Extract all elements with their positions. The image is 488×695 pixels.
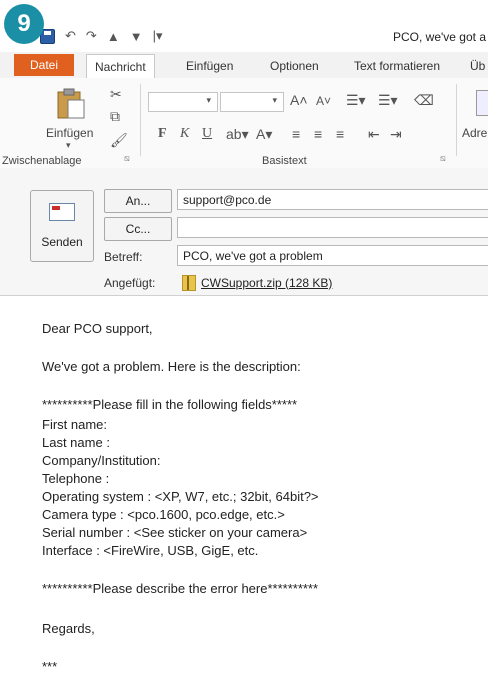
to-button[interactable]: An... [104, 189, 172, 213]
tab-insert[interactable]: Einfügen [186, 56, 233, 76]
font-name-dropdown-icon: ▾ [206, 95, 211, 105]
attached-label: Angefügt: [104, 276, 156, 290]
separator [140, 84, 141, 156]
underline-button[interactable]: U [202, 126, 212, 142]
italic-button[interactable]: K [180, 126, 189, 142]
body-error-header: **********Please describe the error here… [42, 581, 319, 596]
address-book-icon[interactable] [476, 90, 488, 116]
body-greeting: Dear PCO support, [42, 321, 153, 336]
body-regards: Regards, [42, 621, 95, 636]
step-badge: 9 [4, 4, 44, 44]
body-intro: We've got a problem. Here is the descrip… [42, 359, 301, 374]
title-bar: 9 ↶ ↷ ▲ ▼ |▾ PCO, we've got a [0, 0, 488, 48]
body-fill-header: **********Please fill in the following f… [42, 397, 298, 412]
basic-text-launcher-icon[interactable]: ⧅ [440, 153, 446, 164]
font-size-select[interactable]: ▾ [220, 92, 284, 112]
tab-file[interactable]: Datei [14, 54, 74, 76]
tab-options[interactable]: Optionen [270, 56, 319, 76]
numbering-icon[interactable]: ☰▾ [378, 92, 398, 109]
grow-font-icon[interactable]: A˄ [290, 92, 308, 108]
bold-button[interactable]: F [158, 126, 167, 142]
cc-button[interactable]: Cc... [104, 217, 172, 241]
highlight-icon[interactable]: ab▾ [226, 126, 249, 143]
send-envelope-icon [49, 203, 75, 221]
zip-file-icon [182, 274, 196, 291]
font-color-icon[interactable]: A▾ [256, 126, 272, 143]
increase-indent-icon[interactable]: ⇥ [390, 126, 402, 143]
separator [456, 84, 457, 156]
send-label: Senden [41, 235, 83, 249]
window-title: PCO, we've got a [393, 30, 486, 44]
cut-icon[interactable]: ✂ [110, 86, 122, 103]
body-field-line: Operating system : <XP, W7, etc.; 32bit,… [42, 489, 319, 504]
message-header: Senden An... Cc... Betreff: Angefügt: su… [0, 168, 488, 296]
format-painter-icon[interactable]: 🖌 [110, 132, 128, 149]
ribbon: Einfügen ▾ ✂ ⧉ 🖌 Zwischenablage ⧅ ▾ ▾ A˄… [0, 78, 488, 169]
customize-qat-icon[interactable]: |▾ [153, 28, 163, 44]
clear-formatting-icon[interactable]: ⌫ [414, 92, 434, 109]
paste-icon[interactable] [56, 88, 86, 120]
body-signature: *** [42, 659, 58, 674]
down-arrow-icon[interactable]: ▼ [130, 29, 143, 44]
decrease-indent-icon[interactable]: ⇤ [368, 126, 380, 143]
send-button[interactable]: Senden [30, 190, 94, 262]
shrink-font-icon[interactable]: A˅ [316, 94, 331, 108]
font-name-select[interactable]: ▾ [148, 92, 218, 112]
attachment-link[interactable]: CWSupport.zip (128 KB) [201, 276, 332, 290]
align-right-icon[interactable]: ≡ [336, 126, 344, 142]
group-clipboard-label: Zwischenablage [2, 155, 82, 167]
redo-icon[interactable]: ↷ [86, 28, 97, 44]
body-field-line: Interface : <FireWire, USB, GigE, etc. [42, 543, 259, 558]
quick-access-toolbar: ↶ ↷ ▲ ▼ |▾ [40, 28, 162, 44]
align-left-icon[interactable]: ≡ [292, 126, 300, 142]
tab-format-text[interactable]: Text formatieren [354, 56, 440, 76]
clipboard-launcher-icon[interactable]: ⧅ [124, 153, 130, 164]
subject-field[interactable]: PCO, we've got a problem [177, 245, 488, 266]
align-center-icon[interactable]: ≡ [314, 126, 322, 142]
body-field-line: First name: [42, 417, 108, 432]
cc-field[interactable] [177, 217, 488, 238]
tab-message[interactable]: Nachricht [86, 54, 155, 78]
paste-dropdown-icon[interactable]: ▾ [66, 140, 71, 151]
body-field-line: Camera type : <pco.1600, pco.edge, etc.> [42, 507, 285, 522]
to-field[interactable]: support@pco.de [177, 189, 488, 210]
attachment-field: CWSupport.zip (128 KB) [177, 272, 488, 293]
bullets-icon[interactable]: ☰▾ [346, 92, 366, 109]
body-field-line: Telephone : [42, 471, 110, 486]
message-body[interactable]: Dear PCO support, We've got a problem. H… [0, 297, 488, 695]
font-size-dropdown-icon: ▾ [272, 95, 277, 105]
undo-icon[interactable]: ↶ [65, 28, 76, 44]
ribbon-tabs: Datei Nachricht Einfügen Optionen Text f… [0, 52, 488, 79]
paste-button[interactable]: Einfügen [46, 126, 93, 140]
group-basic-text-label: Basistext [262, 155, 307, 167]
address-book-label[interactable]: Adre [462, 126, 487, 140]
body-field-line: Serial number : <See sticker on your cam… [42, 525, 308, 540]
body-field-line: Company/Institution: [42, 453, 161, 468]
up-arrow-icon[interactable]: ▲ [107, 29, 120, 44]
tab-review[interactable]: Üb [470, 56, 485, 76]
body-field-line: Last name : [42, 435, 110, 450]
copy-icon[interactable]: ⧉ [110, 108, 120, 125]
subject-label: Betreff: [104, 250, 143, 264]
